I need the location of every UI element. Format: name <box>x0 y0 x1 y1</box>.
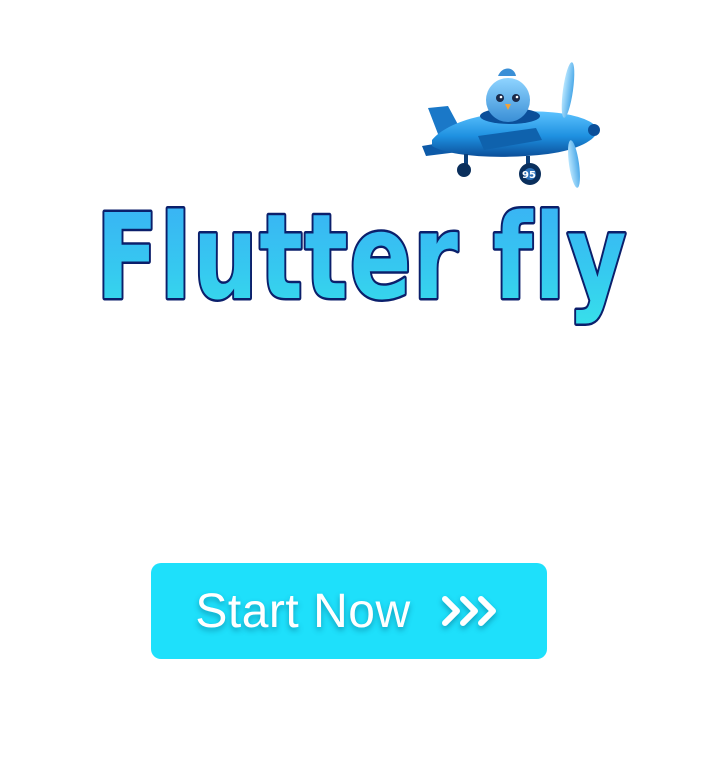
start-now-button[interactable]: Start Now <box>151 563 547 659</box>
home-screen: 95 Flutter fly Start Now <box>0 0 726 764</box>
game-title-logo: Flutter fly <box>94 186 629 329</box>
triple-chevron-right-icon <box>441 596 496 626</box>
game-title: Flutter fly <box>96 188 628 326</box>
flutter-bird-airplane-icon: 95 <box>422 62 600 188</box>
start-now-label: Start Now <box>195 584 411 638</box>
